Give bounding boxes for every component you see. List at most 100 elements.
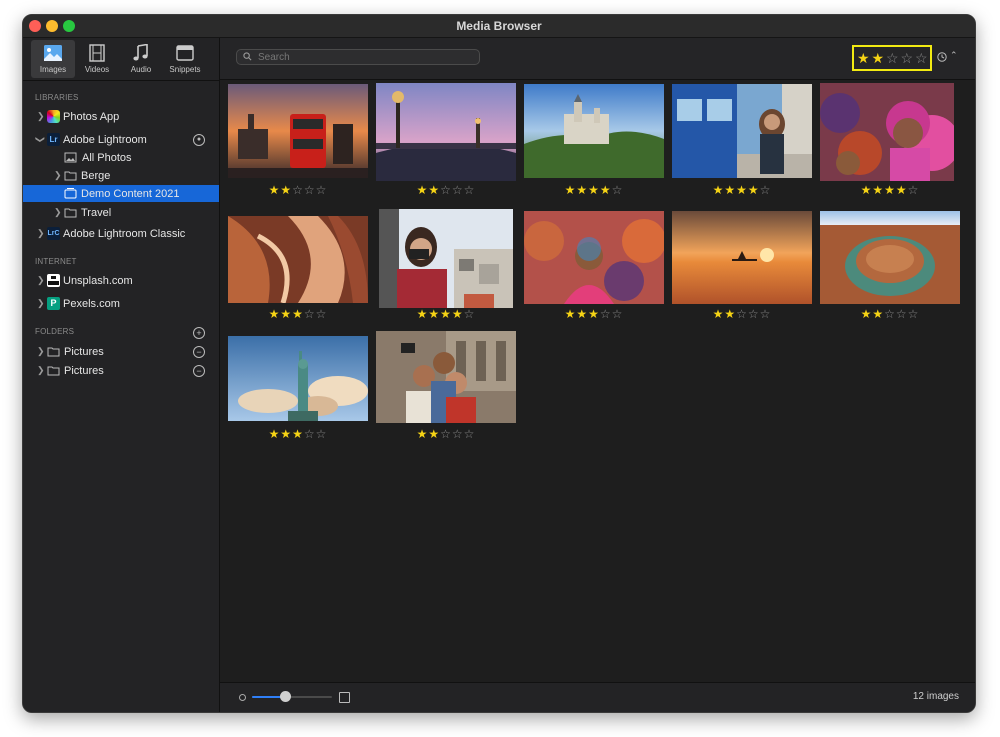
star-icon[interactable]: ★	[565, 183, 577, 197]
star-icon[interactable]: ★	[452, 307, 464, 321]
sidebar-item-demo-content-2021[interactable]: Demo Content 2021	[23, 185, 219, 202]
star-icon[interactable]: ☆	[464, 307, 476, 321]
star-icon[interactable]: ★	[428, 183, 440, 197]
star-icon[interactable]: ☆	[908, 307, 920, 321]
rating-filter-star[interactable]: ☆	[886, 50, 899, 66]
rating-filter-star[interactable]: ★	[872, 50, 885, 66]
star-icon[interactable]: ★	[292, 307, 304, 321]
sidebar-item-lightroom-classic[interactable]: ❯ LrC Adobe Lightroom Classic	[23, 225, 219, 242]
sidebar-item-pictures[interactable]: ❯ Pictures −	[23, 343, 219, 360]
image-thumbnail[interactable]	[524, 84, 664, 178]
star-rating[interactable]: ★★★★☆	[668, 183, 816, 197]
star-icon[interactable]: ★	[417, 427, 429, 441]
star-icon[interactable]: ★	[417, 307, 429, 321]
star-icon[interactable]: ☆	[304, 307, 316, 321]
star-icon[interactable]: ★	[872, 307, 884, 321]
add-folder-icon[interactable]: +	[193, 327, 205, 339]
sidebar-item-berge[interactable]: ❯ Berge	[23, 167, 219, 184]
thumbnail-size-slider[interactable]	[252, 696, 332, 698]
star-icon[interactable]: ★	[280, 307, 292, 321]
image-thumbnail[interactable]	[379, 209, 513, 308]
star-icon[interactable]: ★	[417, 183, 429, 197]
chevron-right-icon[interactable]: ❯	[37, 228, 45, 239]
sidebar-item-unsplash[interactable]: ❯ Unsplash.com	[23, 272, 219, 289]
star-icon[interactable]: ☆	[612, 183, 624, 197]
star-icon[interactable]: ★	[713, 183, 725, 197]
chevron-right-icon[interactable]: ❯	[37, 365, 45, 376]
star-icon[interactable]: ☆	[760, 307, 772, 321]
chevron-down-icon[interactable]: ❯	[34, 136, 45, 144]
search-field[interactable]	[236, 49, 480, 65]
sidebar-item-travel[interactable]: ❯ Travel	[23, 204, 219, 221]
slider-handle[interactable]	[280, 691, 292, 702]
star-icon[interactable]: ★	[428, 307, 440, 321]
sidebar-item-photos-app[interactable]: ❯ Photos App	[23, 108, 219, 125]
star-icon[interactable]: ★	[588, 307, 600, 321]
star-icon[interactable]: ★	[565, 307, 577, 321]
star-icon[interactable]: ☆	[292, 183, 304, 197]
star-icon[interactable]: ☆	[908, 183, 920, 197]
star-rating[interactable]: ★★★☆☆	[520, 307, 668, 321]
tab-audio[interactable]: Audio	[119, 40, 163, 78]
zoom-in-icon[interactable]	[339, 692, 350, 703]
star-icon[interactable]: ☆	[440, 183, 452, 197]
star-icon[interactable]: ☆	[464, 183, 476, 197]
star-icon[interactable]: ☆	[884, 307, 896, 321]
star-icon[interactable]: ★	[896, 183, 908, 197]
star-rating[interactable]: ★★★★☆	[520, 183, 668, 197]
chevron-right-icon[interactable]: ❯	[54, 170, 62, 181]
star-rating[interactable]: ★★★☆☆	[224, 427, 372, 441]
star-icon[interactable]: ★	[736, 183, 748, 197]
star-icon[interactable]: ☆	[760, 183, 772, 197]
star-icon[interactable]: ☆	[452, 183, 464, 197]
rating-filter-star[interactable]: ☆	[915, 50, 928, 66]
zoom-out-icon[interactable]	[239, 694, 246, 701]
image-thumbnail[interactable]	[228, 336, 368, 421]
star-icon[interactable]: ★	[280, 427, 292, 441]
star-rating[interactable]: ★★☆☆☆	[224, 183, 372, 197]
account-icon[interactable]: ●	[193, 134, 205, 146]
rating-filter-star[interactable]: ☆	[901, 50, 914, 66]
star-icon[interactable]: ★	[748, 183, 760, 197]
star-icon[interactable]: ☆	[316, 307, 328, 321]
star-icon[interactable]: ☆	[896, 307, 908, 321]
clock-icon[interactable]	[937, 52, 947, 62]
star-rating[interactable]: ★★★★☆	[816, 183, 964, 197]
chevron-right-icon[interactable]: ❯	[37, 346, 45, 357]
rating-filter[interactable]: ★ ★ ☆ ☆ ☆	[852, 45, 932, 71]
sidebar-item-adobe-lightroom[interactable]: ❯ Lr Adobe Lightroom ●	[23, 131, 219, 148]
star-icon[interactable]: ☆	[612, 307, 624, 321]
star-icon[interactable]: ☆	[316, 427, 328, 441]
image-thumbnail[interactable]	[672, 84, 812, 178]
star-icon[interactable]: ★	[576, 183, 588, 197]
sidebar-item-all-photos[interactable]: All Photos	[23, 149, 219, 166]
image-thumbnail[interactable]	[672, 211, 812, 304]
star-icon[interactable]: ★	[440, 307, 452, 321]
tab-images[interactable]: Images	[31, 40, 75, 78]
star-icon[interactable]: ☆	[304, 427, 316, 441]
star-icon[interactable]: ☆	[304, 183, 316, 197]
search-input[interactable]	[258, 50, 468, 64]
star-icon[interactable]: ★	[588, 183, 600, 197]
image-thumbnail[interactable]	[820, 83, 954, 181]
star-rating[interactable]: ★★★★☆	[372, 307, 520, 321]
star-rating[interactable]: ★★★☆☆	[224, 307, 372, 321]
rating-filter-star[interactable]: ★	[857, 50, 870, 66]
star-icon[interactable]: ★	[269, 307, 281, 321]
star-icon[interactable]: ★	[428, 427, 440, 441]
star-icon[interactable]: ★	[861, 307, 873, 321]
star-icon[interactable]: ☆	[452, 427, 464, 441]
sidebar-item-pexels[interactable]: ❯ P Pexels.com	[23, 295, 219, 312]
remove-folder-icon[interactable]: −	[193, 346, 205, 358]
star-rating[interactable]: ★★☆☆☆	[816, 307, 964, 321]
star-icon[interactable]: ★	[884, 183, 896, 197]
star-icon[interactable]: ☆	[464, 427, 476, 441]
star-rating[interactable]: ★★☆☆☆	[372, 427, 520, 441]
chevron-right-icon[interactable]: ❯	[54, 207, 62, 218]
star-icon[interactable]: ☆	[440, 427, 452, 441]
image-thumbnail[interactable]	[524, 211, 664, 304]
chevron-right-icon[interactable]: ❯	[37, 298, 45, 309]
star-icon[interactable]: ★	[724, 307, 736, 321]
chevron-up-icon[interactable]: ⌃	[950, 50, 958, 61]
star-icon[interactable]: ☆	[748, 307, 760, 321]
